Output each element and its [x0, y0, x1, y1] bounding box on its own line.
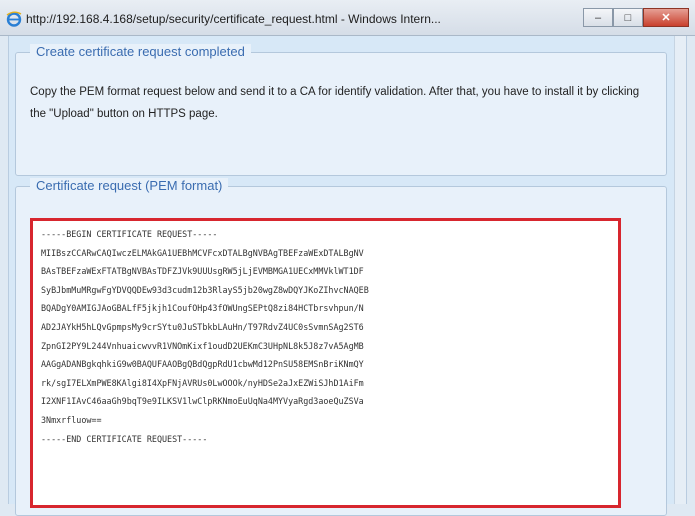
vertical-scrollbar[interactable]: [674, 36, 686, 504]
completed-section: Create certificate request completed Cop…: [15, 44, 667, 176]
pem-line: rk/sgI7ELXmPWE8KAlgi8I4XpFNjAVRUs0LwOOOk…: [41, 377, 364, 388]
pem-line: ZpnGI2PY9L244VnhuaicwvvR1VNOmKixf1oudD2U…: [41, 340, 364, 351]
pem-section-title: Certificate request (PEM format): [30, 178, 229, 193]
close-button[interactable]: ✕: [643, 8, 689, 27]
window-controls: – □ ✕: [583, 8, 689, 28]
close-icon: ✕: [661, 12, 671, 24]
pem-line: BAsTBEFzaWExFTATBgNVBAsTDFZJVk9UUUsgRW5j…: [41, 266, 364, 277]
instructions-text: Copy the PEM format request below and se…: [30, 86, 640, 120]
completed-section-title: Create certificate request completed: [30, 44, 251, 59]
internet-explorer-icon: [6, 11, 22, 27]
window-title: http://192.168.4.168/setup/security/cert…: [26, 12, 441, 26]
pem-line: -----BEGIN CERTIFICATE REQUEST-----: [41, 229, 218, 239]
pem-line: -----END CERTIFICATE REQUEST-----: [41, 433, 208, 444]
pem-section: Certificate request (PEM format) -----BE…: [15, 178, 667, 516]
pem-line: AD2JAYkH5hLQvGpmpsMy9crSYtu0JuSTbkbLAuHn…: [41, 321, 364, 332]
pem-line: BQADgY0AMIGJAoGBALfF5jkjh1CoufOHp43fOWUn…: [41, 303, 364, 314]
pem-line: AAGgADANBgkqhkiG9w0BAQUFAAOBgQBdQgpRdU1c…: [41, 359, 364, 370]
maximize-icon: □: [624, 11, 632, 24]
page-content: Create certificate request completed Cop…: [8, 36, 687, 516]
pem-line: I2XNF1IAvC46aaGh9bqT9e9ILKSV1lwClpRKNmoE…: [41, 396, 364, 407]
pem-line: SyBJbmMuMRgwFgYDVQQDEw93d3cudm12b3RlayS5…: [41, 284, 369, 295]
pem-line: 3Nmxrfluow==: [41, 414, 102, 425]
pem-request-textarea[interactable]: -----BEGIN CERTIFICATE REQUEST----- MIIBs…: [30, 218, 621, 508]
minimize-icon: –: [594, 11, 602, 24]
minimize-button[interactable]: –: [583, 8, 613, 27]
maximize-button[interactable]: □: [613, 8, 643, 27]
window-titlebar: http://192.168.4.168/setup/security/cert…: [0, 0, 695, 36]
pem-line: MIIBszCCARwCAQIwczELMAkGA1UEBhMCVFcxDTAL…: [41, 247, 364, 258]
